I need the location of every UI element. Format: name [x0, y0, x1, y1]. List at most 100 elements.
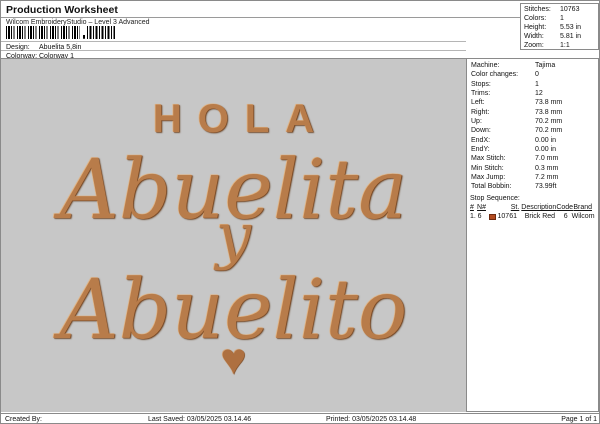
machine-row: Right: 73.8 mm: [471, 108, 598, 117]
left-value: 73.8 mm: [535, 99, 563, 107]
machine-row: EndX: 0.00 in: [471, 136, 598, 145]
header: Production Worksheet Wilcom EmbroiderySt…: [1, 1, 520, 60]
machine-row: Stops: 1: [471, 80, 598, 89]
summary-row-stitches: Stitches: 10763: [524, 5, 598, 14]
header-meta: Design: Abuelita 5,8in Colorway: Colorwa…: [1, 41, 466, 60]
down-label: Down:: [471, 127, 491, 135]
last-saved-text: Last Saved: 03/05/2025 03.14.46: [148, 416, 252, 423]
design-value: Abuelita 5,8in: [39, 43, 82, 51]
endy-label: EndY:: [471, 146, 490, 154]
stop-sequence-title: Stop Sequence:: [470, 195, 520, 202]
width-value: 5.81 in: [560, 33, 582, 40]
code-value: 6: [563, 213, 568, 220]
embroidery-text-y: y: [215, 199, 252, 272]
machine-row: Left: 73.8 mm: [471, 98, 598, 107]
embroidery-text-hola: HOLA: [152, 97, 331, 141]
up-value: 70.2 mm: [535, 118, 563, 126]
right-label: Right:: [471, 108, 490, 116]
created-by-label: Created By:: [5, 416, 42, 423]
summary-row-zoom: Zoom: 1:1: [524, 41, 598, 50]
machine-row: Color changes: 0: [471, 70, 598, 79]
description-value: Brick Red: [524, 213, 556, 220]
min-stitch-value: 0.3 mm: [535, 164, 559, 172]
colors-label: Colors:: [524, 15, 547, 22]
trims-value: 12: [535, 90, 543, 98]
machine-row: Up: 70.2 mm: [471, 117, 598, 126]
machine-panel: Machine: Tajima Color changes: 0 Stops: 1 T…: [466, 58, 599, 193]
color-changes-value: 0: [535, 71, 539, 79]
col-seq: #: [470, 204, 474, 211]
brand-value: Wilcom: [571, 213, 595, 220]
production-worksheet-page: Production Worksheet Wilcom EmbroiderySt…: [0, 0, 600, 424]
color-changes-label: Color changes:: [471, 71, 519, 79]
left-label: Left:: [471, 99, 485, 107]
stitches-value: 10763: [560, 6, 580, 13]
footer: Created By: Last Saved: 03/05/2025 03.14…: [1, 414, 599, 423]
col-code: Code: [556, 204, 574, 211]
machine-row: Total Bobbin: 73.99ft: [471, 182, 598, 191]
heart-icon: ♥: [220, 335, 247, 384]
barcode-separator-icon: [83, 35, 85, 39]
down-value: 70.2 mm: [535, 127, 563, 135]
machine-value: Tajima: [535, 62, 556, 69]
max-stitch-value: 7.0 mm: [535, 155, 559, 163]
endy-value: 0.00 in: [535, 146, 557, 154]
stop-sequence-panel: Stop Sequence: # N# St. Description Code…: [466, 192, 599, 412]
col-description: Description: [521, 204, 557, 211]
total-bobbin-label: Total Bobbin:: [471, 183, 512, 191]
colors-value: 1: [560, 15, 564, 22]
col-brand: Brand: [573, 204, 592, 211]
width-label: Width:: [524, 33, 544, 40]
summary-panel: Stitches: 10763 Colors: 1 Height: 5.53 i…: [520, 3, 599, 50]
zoom-value: 1:1: [560, 42, 570, 49]
barcode-icon: [6, 26, 80, 39]
barcode: [6, 26, 115, 40]
max-jump-label: Max Jump:: [471, 174, 506, 182]
machine-row: Machine: Tajima: [471, 61, 598, 70]
software-subtitle: Wilcom EmbroideryStudio – Level 3 Advanc…: [6, 19, 150, 26]
stitches-label: Stitches:: [524, 6, 551, 13]
right-value: 73.8 mm: [535, 108, 563, 116]
machine-row: EndY: 0.00 in: [471, 145, 598, 154]
machine-row: Max Jump: 7.2 mm: [471, 173, 598, 182]
trims-label: Trims:: [471, 90, 491, 98]
height-value: 5.53 in: [560, 24, 582, 31]
machine-row: Max Stitch: 7.0 mm: [471, 154, 598, 163]
design-preview-canvas: HOLA Abuelita y Abuelito ♥: [1, 59, 466, 412]
stops-label: Stops:: [471, 80, 491, 88]
machine-row: Trims: 12: [471, 89, 598, 98]
height-label: Height:: [524, 24, 547, 31]
endx-label: EndX:: [471, 136, 491, 144]
needle-value: 6: [477, 213, 482, 220]
up-label: Up:: [471, 118, 482, 126]
stitch-count-value: 10761: [497, 213, 517, 220]
stop-sequence-header-row: # N# St. Description Code Brand: [470, 203, 596, 212]
stitch-count-cell: 10761: [488, 212, 525, 221]
total-bobbin-value: 73.99ft: [535, 183, 557, 191]
zoom-label: Zoom:: [524, 42, 544, 49]
stop-sequence-row: 1. 6 10761 Brick Red 6 Wilcom: [470, 212, 596, 221]
machine-row: Down: 70.2 mm: [471, 126, 598, 135]
barcode-icon: [87, 26, 115, 39]
summary-row-colors: Colors: 1: [524, 14, 598, 23]
machine-row: Min Stitch: 0.3 mm: [471, 164, 598, 173]
endx-value: 0.00 in: [535, 136, 557, 144]
max-stitch-label: Max Stitch:: [471, 155, 506, 163]
col-needle: N#: [477, 204, 486, 211]
colorway-value: Colorway 1: [39, 52, 75, 60]
design-row: Design: Abuelita 5,8in: [1, 41, 466, 51]
printed-text: Printed: 03/05/2025 03.14.48: [326, 416, 417, 423]
summary-row-width: Width: 5.81 in: [524, 32, 598, 41]
page-title: Production Worksheet: [1, 1, 520, 18]
colorway-label: Colorway:: [6, 52, 38, 60]
stops-value: 1: [535, 80, 539, 88]
summary-row-height: Height: 5.53 in: [524, 23, 598, 32]
col-stitches: St.: [510, 204, 520, 211]
max-jump-value: 7.2 mm: [535, 174, 559, 182]
min-stitch-label: Min Stitch:: [471, 164, 504, 172]
thread-color-swatch: [488, 213, 496, 220]
seq-value: 1.: [470, 213, 476, 220]
page-number: Page 1 of 1: [561, 416, 597, 423]
machine-label: Machine:: [471, 62, 500, 69]
design-label: Design:: [6, 43, 30, 51]
